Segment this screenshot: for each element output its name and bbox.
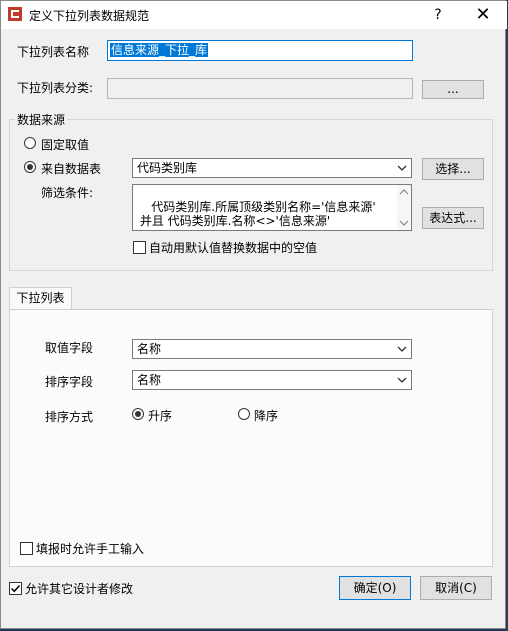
- checkmark-icon: [10, 584, 21, 593]
- sort-desc-radio[interactable]: [238, 408, 250, 420]
- close-button[interactable]: ✕: [469, 4, 497, 26]
- scroll-down-icon[interactable]: [399, 219, 409, 227]
- name-input-value: 信息来源_下拉_库: [110, 43, 209, 57]
- category-browse-button[interactable]: ...: [422, 80, 484, 99]
- default-replace-label[interactable]: 自动用默认值替换数据中的空值: [149, 239, 317, 256]
- source-group-title: 数据来源: [15, 111, 68, 128]
- dialog-window: 定义下拉列表数据规范 ? ✕ 下拉列表名称 信息来源_下拉_库 下拉列表分类: …: [0, 0, 507, 629]
- ok-button[interactable]: 确定(O): [339, 576, 411, 600]
- filter-scrollbar[interactable]: [397, 185, 411, 230]
- name-label: 下拉列表名称: [17, 45, 90, 59]
- allow-modify-label[interactable]: 允许其它设计者修改: [25, 580, 133, 597]
- chevron-down-icon: [397, 377, 407, 383]
- name-input[interactable]: 信息来源_下拉_库: [107, 40, 413, 61]
- value-field-select[interactable]: 名称: [132, 339, 412, 359]
- fixed-value-radio[interactable]: [24, 137, 36, 149]
- chevron-down-icon: [397, 346, 407, 352]
- category-input[interactable]: [107, 78, 413, 99]
- value-field-value: 名称: [137, 342, 162, 356]
- sort-asc-radio[interactable]: [132, 408, 144, 420]
- tab-dropdown-list[interactable]: 下拉列表: [9, 287, 72, 310]
- cancel-button[interactable]: 取消(C): [420, 576, 492, 600]
- sort-field-label: 排序字段: [45, 375, 94, 389]
- chevron-down-icon: [397, 165, 407, 171]
- select-table-button[interactable]: 选择...: [422, 158, 484, 180]
- table-select[interactable]: 代码类别库: [132, 158, 412, 178]
- app-icon: [8, 7, 22, 21]
- table-select-value: 代码类别库: [137, 161, 198, 175]
- default-replace-checkbox[interactable]: [133, 241, 146, 254]
- scroll-up-icon[interactable]: [399, 188, 409, 196]
- expression-button[interactable]: 表达式...: [422, 207, 484, 229]
- filter-text: 代码类别库.所属顶级类别名称='信息来源' 并且 代码类别库.名称<>'信息来源…: [139, 200, 376, 228]
- filter-textarea[interactable]: 代码类别库.所属顶级类别名称='信息来源' 并且 代码类别库.名称<>'信息来源…: [132, 184, 412, 231]
- from-table-label[interactable]: 来自数据表: [41, 160, 101, 177]
- sort-asc-label[interactable]: 升序: [148, 407, 172, 424]
- sort-field-value: 名称: [137, 373, 162, 387]
- title-bar[interactable]: 定义下拉列表数据规范 ? ✕: [1, 1, 507, 29]
- category-label: 下拉列表分类:: [17, 81, 94, 95]
- manual-input-checkbox[interactable]: [20, 542, 33, 555]
- allow-modify-checkbox[interactable]: [9, 582, 22, 595]
- sort-desc-label[interactable]: 降序: [254, 407, 278, 424]
- sort-mode-label: 排序方式: [45, 410, 94, 424]
- window-title: 定义下拉列表数据规范: [29, 9, 150, 23]
- manual-input-label[interactable]: 填报时允许手工输入: [36, 540, 144, 557]
- sort-field-select[interactable]: 名称: [132, 370, 412, 390]
- help-button[interactable]: ?: [427, 4, 449, 26]
- fixed-value-label[interactable]: 固定取值: [41, 136, 89, 153]
- filter-label: 筛选条件:: [41, 186, 94, 200]
- from-table-radio[interactable]: [24, 161, 36, 173]
- value-field-label: 取值字段: [45, 341, 94, 355]
